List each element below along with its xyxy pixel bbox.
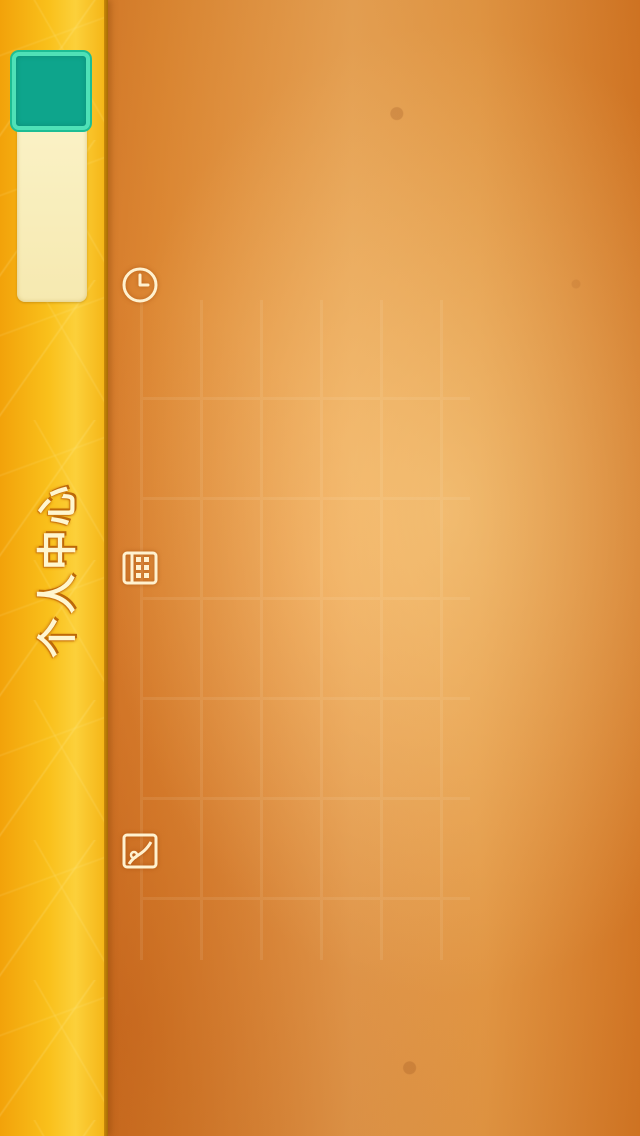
clock-icon[interactable] (121, 266, 159, 304)
page-title: 个人中心 (35, 482, 81, 658)
title-area: 个人中心 (0, 470, 108, 670)
calendar-icon[interactable] (121, 548, 159, 586)
sidebar-panel: 个人中心 (0, 0, 108, 1136)
brick-wall-texture (140, 300, 470, 960)
app-screen: 个人中心 (0, 0, 640, 1136)
image-icon[interactable] (121, 832, 159, 870)
avatar[interactable] (12, 52, 90, 130)
